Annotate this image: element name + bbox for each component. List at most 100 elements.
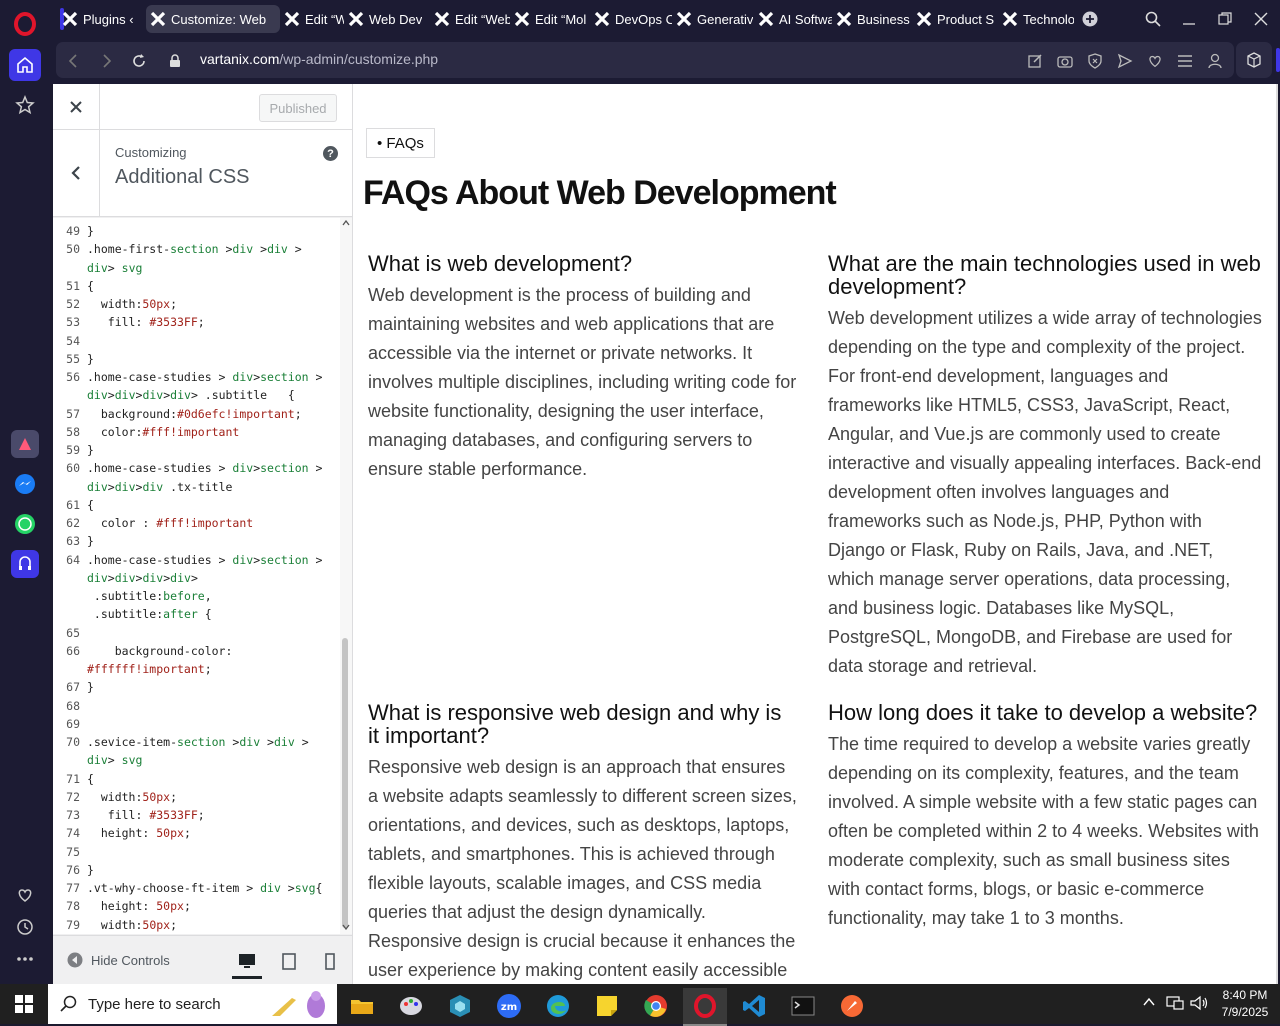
published-button[interactable]: Published [259, 94, 337, 122]
code-line: 70 .sevice-item-section >div >div > [53, 733, 340, 751]
lock-icon[interactable] [166, 52, 184, 70]
profile-icon[interactable] [1206, 52, 1224, 70]
music-player-icon[interactable] [11, 550, 39, 578]
browser-tab[interactable]: Edit “Mol [510, 5, 590, 33]
scrollbar-thumb[interactable] [342, 638, 348, 928]
forward-nav-icon[interactable] [98, 52, 116, 70]
browser-tab[interactable]: Generativ [672, 5, 754, 33]
desktop-preview-button[interactable] [232, 946, 262, 979]
extensions-icon[interactable] [1236, 42, 1272, 78]
code-line: 64 .home-case-studies > div>section > [53, 551, 340, 569]
close-window-icon[interactable] [1251, 9, 1271, 29]
faq-question: What is web development? [368, 251, 633, 276]
code-text: div> svg [87, 260, 143, 275]
postman-icon[interactable] [830, 988, 874, 1024]
taskbar-search[interactable]: Type here to search [48, 984, 337, 1024]
mobile-preview-button[interactable] [315, 946, 345, 976]
search-placeholder: Type here to search [88, 995, 221, 1013]
sticky-notes-icon[interactable] [585, 988, 629, 1024]
network-icon[interactable] [1166, 995, 1184, 1011]
search-highlight-icon [272, 991, 325, 1018]
history-icon[interactable] [9, 911, 41, 943]
back-button[interactable] [53, 130, 100, 216]
clock-time: 8:40 PM [1222, 988, 1268, 1002]
tab-label: Business [857, 11, 910, 27]
browser-tab[interactable]: Edit “Web [280, 5, 344, 33]
reload-icon[interactable] [130, 52, 148, 70]
chevron-up-icon[interactable] [1143, 997, 1155, 1007]
tablet-preview-button[interactable] [274, 946, 304, 976]
hide-controls-button[interactable]: Hide Controls [67, 952, 170, 968]
terminal-icon[interactable] [781, 988, 825, 1024]
home-icon[interactable] [9, 49, 41, 81]
browser-tab[interactable]: Plugins ‹ [58, 5, 146, 33]
line-number: 56 [66, 370, 80, 384]
line-number: 65 [66, 625, 80, 640]
new-tab-button[interactable] [1080, 9, 1100, 29]
code-line: 72 width:50px; [53, 788, 340, 806]
browser-tab[interactable]: Customize: Web [146, 5, 280, 33]
code-text: width:50px; [87, 297, 178, 311]
volume-icon[interactable] [1190, 995, 1208, 1011]
restore-window-icon[interactable] [1215, 9, 1235, 29]
messenger-icon[interactable] [11, 470, 39, 498]
site-favicon-icon [62, 11, 78, 27]
browser-tab[interactable]: Technolo [998, 5, 1074, 33]
whatsapp-icon[interactable] [11, 510, 39, 538]
adblock-shield-icon[interactable] [1086, 52, 1104, 70]
css-code-editor[interactable]: 49} 50 .home-first-section >div >div > div>… [53, 218, 352, 934]
back-nav-icon[interactable] [64, 52, 82, 70]
send-icon[interactable] [1116, 52, 1134, 70]
code-text: } [87, 351, 94, 366]
code-text: .home-first-section >div >div > [87, 242, 302, 257]
favorite-heart-icon[interactable] [1146, 52, 1164, 70]
code-line: 55} [53, 350, 340, 368]
chrome-icon[interactable] [634, 988, 678, 1024]
minimize-window-icon[interactable] [1179, 9, 1199, 29]
bookmarks-icon[interactable] [9, 89, 41, 121]
heart-icon[interactable] [9, 879, 41, 911]
code-text: div>div>div>div> [87, 570, 198, 585]
windows-start-icon[interactable] [0, 984, 48, 1024]
line-number: 57 [66, 406, 80, 421]
browser-tab[interactable]: Product S [912, 5, 996, 33]
opera-taskbar-icon[interactable] [683, 988, 727, 1026]
scroll-up-icon[interactable] [342, 220, 350, 226]
code-line: 49} [53, 222, 340, 240]
taskbar-clock[interactable]: 8:40 PM 7/9/2025 [1215, 987, 1275, 1021]
app-hex-icon[interactable] [438, 988, 482, 1024]
code-line: 58 color:#fff!important [53, 423, 340, 441]
line-number: 61 [66, 497, 80, 512]
paint-icon[interactable] [389, 988, 433, 1024]
url-field[interactable]: vartanix.com/wp-admin/customize.php [200, 51, 438, 67]
address-box: vartanix.com/wp-admin/customize.php [56, 42, 1234, 78]
close-customizer-button[interactable] [53, 84, 100, 129]
preview-scrollbar[interactable] [1276, 84, 1278, 984]
file-explorer-icon[interactable] [340, 988, 384, 1024]
code-text: .subtitle:before, [87, 589, 212, 603]
aria-app-icon[interactable] [11, 430, 39, 458]
editor-scrollbar[interactable] [340, 218, 352, 934]
edit-page-icon[interactable] [1026, 52, 1044, 70]
browser-tab[interactable]: Edit “Web [430, 5, 510, 33]
browser-tab[interactable]: Web Dev [344, 5, 428, 33]
breadcrumb[interactable]: • FAQs [366, 128, 435, 158]
vscode-icon[interactable] [732, 988, 776, 1024]
zoom-icon[interactable]: zm [487, 988, 531, 1024]
opera-logo-icon[interactable] [9, 8, 41, 40]
scroll-down-icon[interactable] [342, 924, 350, 930]
tab-search-icon[interactable] [1143, 9, 1163, 29]
browser-tab[interactable]: AI Softwa [754, 5, 832, 33]
code-text: fill: #3533FF; [87, 808, 205, 822]
camera-icon[interactable] [1056, 52, 1074, 70]
more-icon[interactable] [9, 943, 41, 975]
help-icon[interactable]: ? [323, 146, 338, 161]
browser-tab[interactable]: DevOps C [590, 5, 672, 33]
edge-icon[interactable] [536, 988, 580, 1024]
page-title: FAQs About Web Development [363, 174, 837, 212]
tab-label: Product S [937, 11, 995, 27]
tablet-icon [282, 952, 296, 970]
site-favicon-icon [150, 11, 166, 27]
easy-setup-icon[interactable] [1176, 52, 1194, 70]
browser-tab[interactable]: Business [832, 5, 912, 33]
